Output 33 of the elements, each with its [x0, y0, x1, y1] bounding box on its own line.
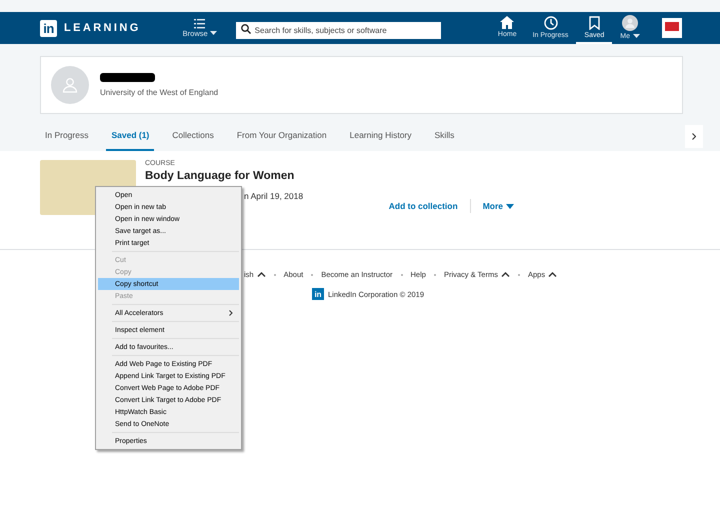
caret-up-icon: [548, 272, 558, 277]
profile-subtitle: University of the West of England: [100, 88, 218, 97]
avatar-icon: [622, 14, 638, 30]
caret-up-icon: [256, 272, 266, 277]
organization-logo-icon: [662, 18, 682, 38]
tab[interactable]: Collections: [167, 120, 219, 151]
tab[interactable]: From Your Organization: [232, 120, 332, 151]
avatar-placeholder-icon: [51, 66, 89, 104]
caret-down-icon: [633, 34, 640, 38]
tab[interactable]: Learning History: [344, 120, 417, 151]
tab[interactable]: Saved (1): [106, 120, 154, 151]
caret-up-icon: [500, 272, 510, 277]
tab[interactable]: In Progress: [40, 120, 94, 151]
chevron-right-icon: [692, 133, 696, 140]
more-button[interactable]: More: [482, 201, 514, 211]
saved-date: n April 19, 2018: [244, 191, 304, 201]
course-title[interactable]: Body Language for Women: [145, 170, 294, 182]
scroll-right-button[interactable]: [685, 125, 703, 148]
list-icon: [194, 18, 206, 28]
bookmark-icon: [588, 16, 600, 30]
chevron-right-icon: [229, 310, 233, 316]
linkedin-logo-icon: in: [312, 288, 324, 300]
add-to-collection-link[interactable]: Add to collection: [388, 201, 458, 211]
search-field[interactable]: Search for skills, subjects or software: [236, 22, 441, 38]
search-icon: [240, 24, 251, 34]
caret-down-icon: [210, 31, 217, 35]
clock-icon: [544, 16, 558, 30]
caret-down-icon: [506, 204, 514, 208]
redacted-name: [100, 73, 155, 82]
tab[interactable]: Skills: [430, 120, 460, 151]
linkedin-logo-icon[interactable]: in: [40, 20, 57, 36]
home-icon: [500, 16, 514, 29]
brand-wordmark: LEARNING: [64, 22, 141, 34]
